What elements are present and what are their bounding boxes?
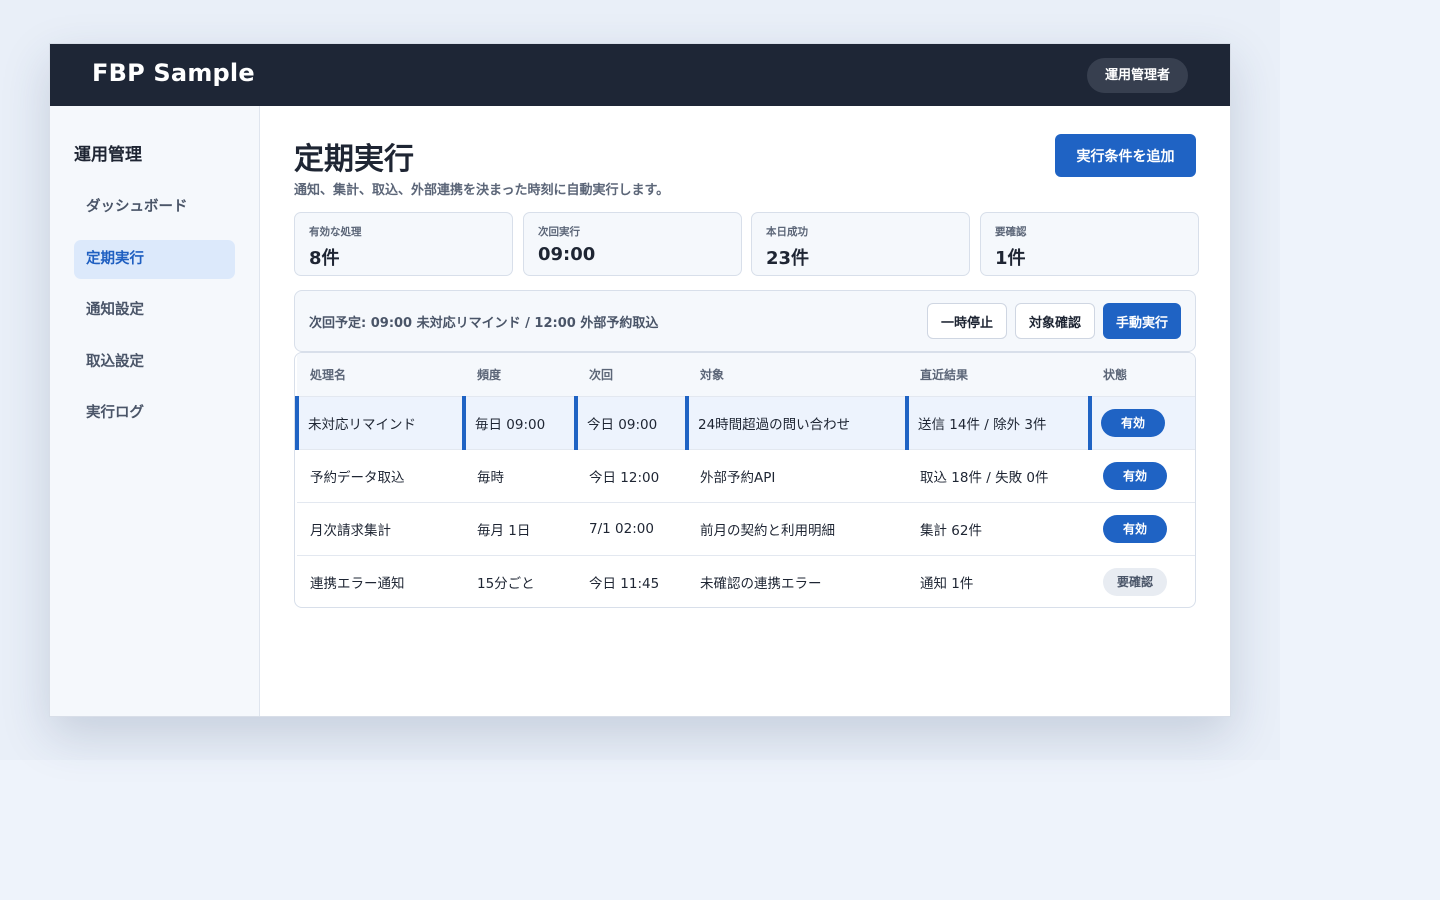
sidebar: 運用管理 ダッシュボード 定期実行 通知設定 取込設定 実行ログ [50, 106, 260, 716]
table-row[interactable]: 予約データ取込 毎時 今日 12:00 外部予約API 取込 18件 / 失敗 … [297, 449, 1195, 503]
stat-card-active-jobs: 有効な処理 8件 [294, 212, 513, 276]
cell-frequency: 毎月 1日 [464, 502, 576, 556]
column-header-frequency[interactable]: 頻度 [464, 353, 576, 397]
cell-result: 取込 18件 / 失敗 0件 [907, 449, 1090, 503]
table-row[interactable]: 月次請求集計 毎月 1日 7/1 02:00 前月の契約と利用明細 集計 62件… [297, 502, 1195, 556]
brand-logo[interactable]: FBP Sample [92, 59, 255, 87]
main-content: 定期実行 通知、集計、取込、外部連携を決まった時刻に自動実行します。 実行条件を… [260, 106, 1230, 716]
column-header-target[interactable]: 対象 [687, 353, 907, 397]
column-header-name[interactable]: 処理名 [297, 353, 464, 397]
table-row[interactable]: 連携エラー通知 15分ごと 今日 11:45 未確認の連携エラー 通知 1件 要… [297, 555, 1195, 607]
stat-label: 有効な処理 [309, 226, 362, 238]
cell-frequency: 毎時 [464, 449, 576, 503]
sidebar-item-dashboard[interactable]: ダッシュボード [74, 188, 235, 227]
cell-status: 有効 [1090, 502, 1195, 556]
status-badge[interactable]: 有効 [1103, 461, 1167, 490]
cell-name: 未対応リマインド [295, 396, 464, 450]
page-title: 定期実行 [294, 142, 414, 177]
status-badge[interactable]: 有効 [1103, 514, 1167, 543]
cell-result: 集計 62件 [907, 502, 1090, 556]
sidebar-item-import-settings[interactable]: 取込設定 [74, 343, 235, 382]
jobs-table: 処理名 頻度 次回 対象 直近結果 状態 未対応リマインド 毎日 09:00 今… [294, 352, 1196, 608]
cell-next: 7/1 02:00 [576, 502, 687, 556]
cell-frequency: 15分ごと [477, 575, 535, 592]
app-window: FBP Sample 運用管理者 運用管理 ダッシュボード 定期実行 通知設定 … [49, 43, 1231, 717]
cell-next: 今日 11:45 [589, 575, 660, 592]
status-badge[interactable]: 要確認 [1103, 567, 1167, 596]
cell-status: 有効 [1088, 396, 1195, 450]
table-row[interactable]: 未対応リマインド 毎日 09:00 今日 09:00 24時間超過の問い合わせ … [295, 396, 1195, 450]
stat-card-next-run: 次回実行 09:00 [523, 212, 742, 276]
pause-button[interactable]: 一時停止 [926, 303, 1007, 339]
cell-status: 有効 [1090, 449, 1195, 503]
cell-target: 外部予約API [687, 449, 907, 503]
manual-run-button[interactable]: 手動実行 [1102, 303, 1181, 339]
schedule-actions: 一時停止 対象確認 手動実行 [926, 303, 1181, 339]
cell-name: 連携エラー通知 [310, 575, 405, 592]
stat-value: 1件 [995, 248, 1026, 269]
page-subtitle: 通知、集計、取込、外部連携を決まった時刻に自動実行します。 [294, 183, 670, 198]
check-target-button[interactable]: 対象確認 [1014, 303, 1095, 339]
stat-label: 次回実行 [538, 226, 580, 238]
cell-target: 24時間超過の問い合わせ [685, 396, 907, 450]
sidebar-item-notification-settings[interactable]: 通知設定 [74, 291, 235, 330]
stat-label: 要確認 [995, 226, 1027, 238]
stat-card-today-success: 本日成功 23件 [751, 212, 970, 276]
sidebar-item-scheduled-jobs[interactable]: 定期実行 [74, 239, 235, 279]
stat-label: 本日成功 [766, 226, 808, 238]
user-role-badge[interactable]: 運用管理者 [1086, 58, 1188, 93]
cell-next: 今日 09:00 [574, 396, 687, 450]
column-header-result[interactable]: 直近結果 [907, 353, 1090, 397]
stat-value: 8件 [309, 248, 340, 269]
add-condition-button[interactable]: 実行条件を追加 [1055, 134, 1196, 177]
stats-row: 有効な処理 8件 次回実行 09:00 本日成功 23件 要確認 1件 [294, 212, 1199, 276]
table-header-row: 処理名 頻度 次回 対象 直近結果 状態 [297, 353, 1195, 397]
cell-name: 月次請求集計 [297, 502, 464, 556]
sidebar-item-execution-log[interactable]: 実行ログ [74, 394, 235, 433]
stat-value: 09:00 [538, 244, 596, 265]
sidebar-title: 運用管理 [74, 145, 142, 165]
top-bar: FBP Sample 運用管理者 [50, 44, 1230, 106]
cell-target: 前月の契約と利用明細 [687, 502, 907, 556]
cell-frequency: 毎日 09:00 [462, 396, 576, 450]
column-header-status[interactable]: 状態 [1090, 353, 1195, 397]
cell-name: 予約データ取込 [297, 449, 464, 503]
status-badge[interactable]: 有効 [1101, 408, 1165, 437]
cell-result: 送信 14件 / 除外 3件 [905, 396, 1090, 450]
cell-next: 今日 12:00 [576, 449, 687, 503]
cell-target: 未確認の連携エラー [700, 575, 822, 592]
cell-status: 要確認 [1090, 555, 1195, 607]
stat-card-needs-review: 要確認 1件 [980, 212, 1199, 276]
stat-value: 23件 [766, 248, 810, 269]
cell-result: 通知 1件 [920, 575, 974, 592]
sidebar-nav: ダッシュボード 定期実行 通知設定 取込設定 実行ログ [74, 188, 235, 446]
schedule-bar: 次回予定: 09:00 未対応リマインド / 12:00 外部予約取込 一時停止… [294, 290, 1196, 352]
next-schedule-text: 次回予定: 09:00 未対応リマインド / 12:00 外部予約取込 [309, 316, 659, 331]
column-header-next[interactable]: 次回 [576, 353, 687, 397]
